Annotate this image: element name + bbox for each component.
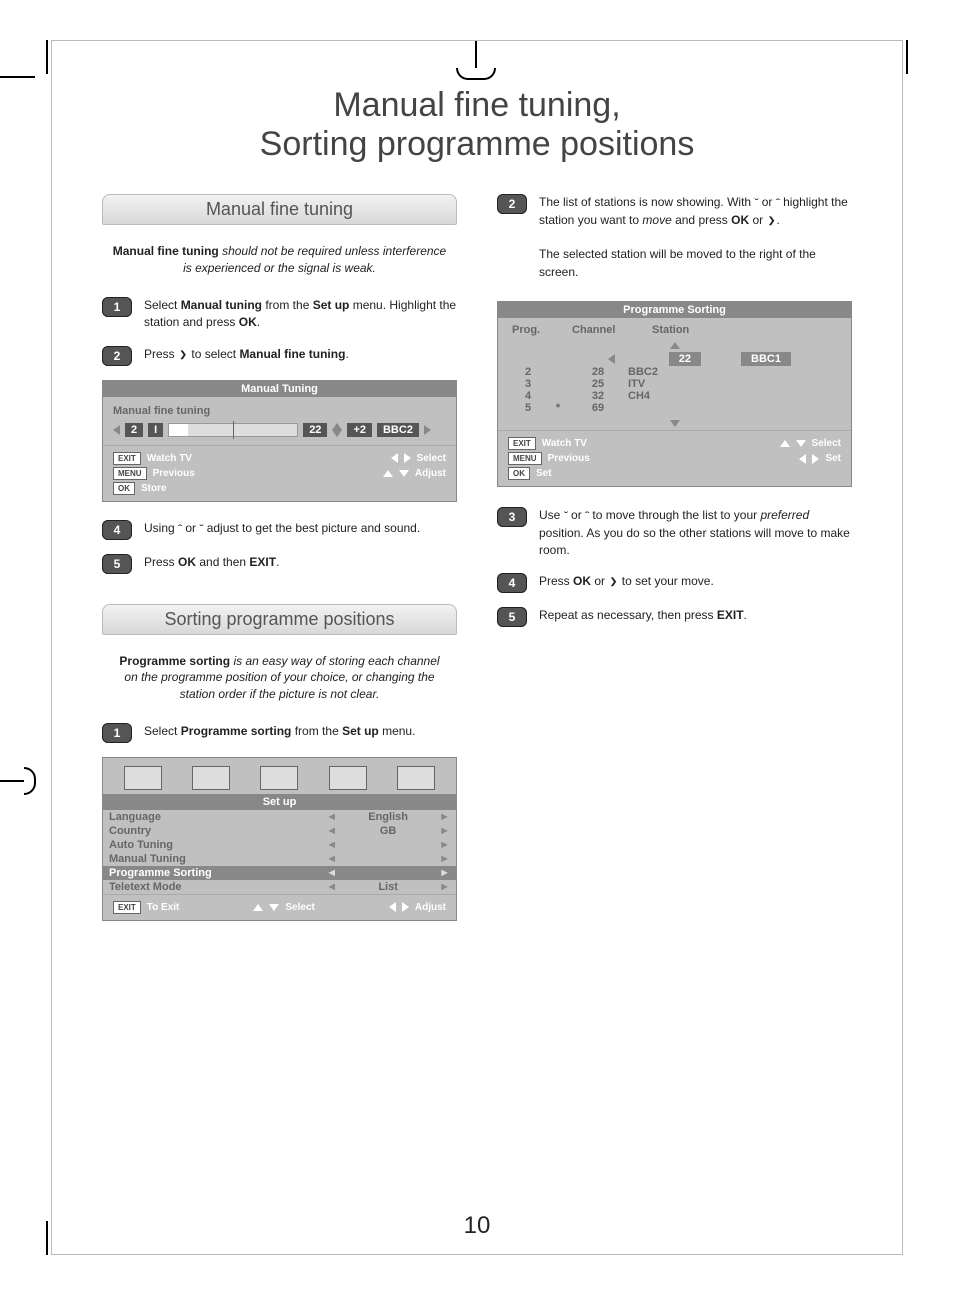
right-column: 2 The list of stations is now showing. W… [497,194,852,939]
step-badge: 5 [102,554,132,574]
arrow-up-icon [670,342,680,349]
osd-title: Programme Sorting [498,302,851,318]
osd-title: Manual Tuning [103,381,456,397]
arrow-up-icon [383,470,393,477]
chevron-right-icon: ❭ [178,348,188,360]
prog-value: 2 [125,423,143,437]
osd-programme-sorting: Programme Sorting Prog. Channel Station … [497,301,852,487]
arrow-down-icon [269,904,279,911]
step-badge: 4 [497,573,527,593]
picture-icon [124,766,162,790]
feature-icon [260,766,298,790]
arrow-left-icon [608,354,615,364]
channel-value: 22 [303,423,327,437]
sort-highlight-row: 22 BBC1 [608,352,791,366]
setup-row: Teletext Mode◄List► [103,880,456,894]
osd-title: Set up [103,794,456,810]
arrow-right-icon [812,454,819,464]
setup-row: Auto Tuning◄► [103,838,456,852]
sort-step-5: 5 Repeat as necessary, then press EXIT. [497,607,852,627]
left-column: Manual fine tuning Manual fine tuning sh… [102,194,457,939]
step-1: 1 Select Manual tuning from the Set up m… [102,297,457,332]
osd-footer: EXITWatch TV Select MENUPrevious Set OKS… [498,430,851,486]
intro-sorting: Programme sorting is an easy way of stor… [112,653,447,703]
arrow-up-icon [780,440,790,447]
chevron-right-icon: ❭ [766,214,776,226]
arrow-left-icon [389,902,396,912]
arrow-up-icon [332,423,342,430]
manual-page: Manual fine tuning, Sorting programme po… [51,40,903,1255]
timer-icon [329,766,367,790]
sort-step-1: 1 Select Programme sorting from the Set … [102,723,457,743]
arrow-down-icon [332,430,342,437]
section-head-sorting: Sorting programme positions [102,604,457,635]
title-line1: Manual fine tuning, [333,86,620,124]
chevron-right-icon: ❭ [608,576,618,588]
title-line2: Sorting programme positions [260,125,695,163]
setup-icon [397,766,435,790]
osd-subtitle: Manual fine tuning [113,405,446,417]
sort-row: 325ITV [508,378,841,390]
arrow-down-icon [670,420,680,427]
setup-row: Programme Sorting◄► [103,866,456,880]
step-badge: 2 [102,346,132,366]
chevron-down-icon: ˇ [754,197,758,209]
step-5: 5 Press OK and then EXIT. [102,554,457,574]
osd-manual-tuning: Manual Tuning Manual fine tuning 2 I 22 … [102,380,457,502]
osd-setup: Set up Language◄English►Country◄GB►Auto … [102,757,457,921]
step-badge: 3 [497,507,527,527]
arrow-up-icon [253,904,263,911]
arrow-down-icon [796,440,806,447]
arrow-left-icon [391,453,398,463]
intro-manual-tuning: Manual fine tuning should not be require… [112,243,447,277]
arrow-left-icon [799,454,806,464]
tune-row: 2 I 22 +2 BBC2 [113,423,446,437]
arrow-down-icon [399,470,409,477]
sort-rows: 228BBC2325ITV432CH45*69 [498,366,851,418]
sort-row: 432CH4 [508,390,841,402]
arrow-left-icon [113,425,120,435]
step-badge: 1 [102,723,132,743]
step-2: 2 Press ❭ to select Manual fine tuning. [102,346,457,366]
chevron-down-icon: ˇ [199,522,203,534]
setup-row: Country◄GB► [103,824,456,838]
sort-step-2: 2 The list of stations is now showing. W… [497,194,852,281]
setup-row: Language◄English► [103,810,456,824]
step-badge: 4 [102,520,132,540]
sort-step-3: 3 Use ˇ or ˆ to move through the list to… [497,507,852,559]
step-badge: 2 [497,194,527,214]
offset-value: +2 [347,423,372,437]
sort-row: 228BBC2 [508,366,841,378]
setup-table: Language◄English►Country◄GB►Auto Tuning◄… [103,810,456,894]
hl-station: BBC1 [741,352,791,366]
step-badge: 5 [497,607,527,627]
chevron-down-icon: ˇ [564,510,568,522]
chevron-up-icon: ˆ [178,522,182,534]
setup-row: Manual Tuning◄► [103,852,456,866]
arrow-right-icon [424,425,431,435]
sort-step-4: 4 Press OK or ❭ to set your move. [497,573,852,593]
section-head-manual-tuning: Manual fine tuning [102,194,457,225]
chevron-up-icon: ˆ [776,197,780,209]
step-badge: 1 [102,297,132,317]
step-4: 4 Using ˆ or ˇ adjust to get the best pi… [102,520,457,540]
sound-icon [192,766,230,790]
sort-columns: Prog. Channel Station [498,318,851,340]
system-value: I [148,423,163,437]
page-title: Manual fine tuning, Sorting programme po… [102,86,852,164]
columns: Manual fine tuning Manual fine tuning sh… [102,194,852,939]
chevron-up-icon: ˆ [585,510,589,522]
arrow-right-icon [404,453,411,463]
sort-row: 5*69 [508,402,841,414]
page-number: 10 [52,1212,902,1240]
station-name: BBC2 [377,423,419,437]
hl-channel: 22 [669,352,701,366]
arrow-right-icon [402,902,409,912]
osd-footer: EXITTo Exit Select Adjust [103,894,456,920]
tune-bar [168,423,298,437]
osd-footer: EXITWatch TV Select MENUPrevious Adjust … [103,445,456,501]
osd-icon-row [103,758,456,794]
